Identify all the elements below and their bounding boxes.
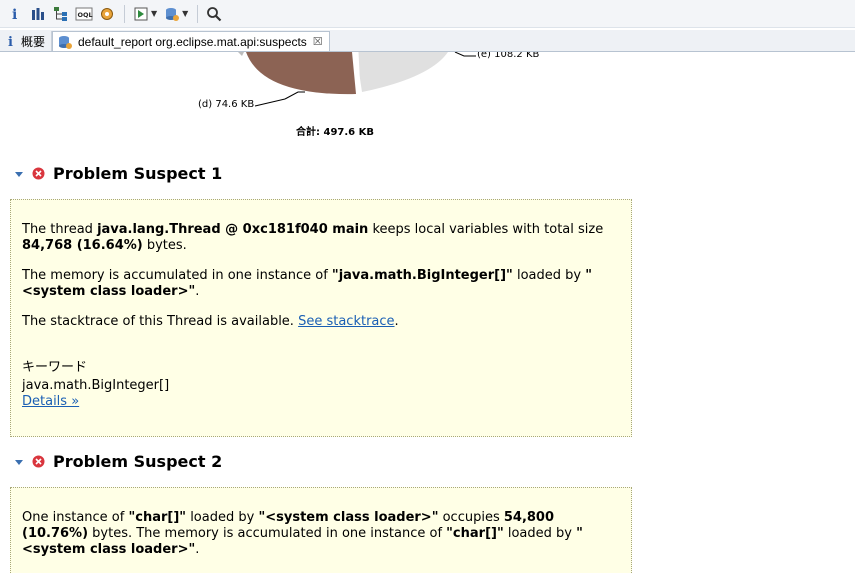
keyword-value: java.math.BigInteger[] xyxy=(22,378,170,393)
heap-dump-details-icon[interactable] xyxy=(96,3,118,25)
collapse-toggle[interactable] xyxy=(12,167,26,181)
tab-label: 概要 xyxy=(21,34,46,49)
pie-slice-e xyxy=(356,52,448,92)
problem-suspect-1-header: Problem Suspect 1 xyxy=(12,164,222,183)
tab-overview[interactable]: i 概要 xyxy=(2,31,52,51)
suspect-2-description: One instance of "char[]" loaded by "<sys… xyxy=(22,510,583,557)
info-icon: i xyxy=(8,35,13,48)
oql-icon[interactable]: OQL xyxy=(73,3,95,25)
tab-default-report[interactable]: default_report org.eclipse.mat.api:suspe… xyxy=(52,31,330,51)
chevron-down-icon xyxy=(15,171,23,177)
keywords-heading: キーワード xyxy=(22,360,88,375)
pie-label-e: (e) 108.2 KB xyxy=(477,52,540,60)
search-icon[interactable] xyxy=(203,3,225,25)
pie-total: 合計: 497.6 KB xyxy=(296,127,374,138)
pie-label-d: (d) 74.6 KB xyxy=(198,99,255,110)
close-icon[interactable]: ☒ xyxy=(313,35,323,48)
main-toolbar: i OQL ▼ ▼ xyxy=(0,0,855,28)
chevron-down-icon[interactable]: ▼ xyxy=(182,9,188,18)
editor-tab-bar: i 概要 default_report org.eclipse.mat.api:… xyxy=(0,30,855,52)
problem-suspect-2-title: Problem Suspect 2 xyxy=(53,452,223,471)
svg-text:OQL: OQL xyxy=(78,11,93,19)
chevron-down-icon[interactable]: ▼ xyxy=(151,9,157,18)
leader-line-e xyxy=(454,52,476,57)
details-link[interactable]: Details » xyxy=(22,394,621,410)
pie-slice-edge xyxy=(238,52,244,56)
problem-suspect-2-header: Problem Suspect 2 xyxy=(12,452,222,471)
problem-suspect-1-title: Problem Suspect 1 xyxy=(53,164,223,183)
histogram-icon[interactable] xyxy=(27,3,49,25)
suspect-1-stacktrace: The stacktrace of this Thread is availab… xyxy=(22,314,399,329)
error-icon xyxy=(32,455,45,468)
svg-text:i: i xyxy=(8,35,13,48)
error-icon xyxy=(32,167,45,180)
see-stacktrace-link[interactable]: See stacktrace xyxy=(298,314,394,329)
info-icon[interactable]: i xyxy=(4,3,26,25)
toolbar-separator xyxy=(124,4,125,23)
report-content: (d) 74.6 KB (e) 108.2 KB 合計: 497.6 KB Pr… xyxy=(0,52,855,573)
report-icon xyxy=(59,35,72,49)
pie-slice-separator xyxy=(355,52,361,95)
dominator-tree-icon[interactable] xyxy=(50,3,72,25)
run-report-icon[interactable] xyxy=(130,3,152,25)
collapse-toggle[interactable] xyxy=(12,455,26,469)
query-browser-icon[interactable] xyxy=(161,3,183,25)
suspect-1-accumulation: The memory is accumulated in one instanc… xyxy=(22,268,592,299)
svg-text:i: i xyxy=(12,7,17,22)
problem-suspect-2-box: One instance of "char[]" loaded by "<sys… xyxy=(10,487,632,573)
problem-suspect-1-box: The thread java.lang.Thread @ 0xc181f040… xyxy=(10,199,632,437)
leader-line-d xyxy=(284,91,305,100)
pie-slice-d xyxy=(246,52,356,95)
pie-chart xyxy=(238,52,476,107)
chevron-down-icon xyxy=(15,459,23,465)
toolbar-separator xyxy=(197,4,199,23)
tab-label: default_report org.eclipse.mat.api:suspe… xyxy=(78,34,307,49)
suspect-1-description: The thread java.lang.Thread @ 0xc181f040… xyxy=(22,222,604,253)
